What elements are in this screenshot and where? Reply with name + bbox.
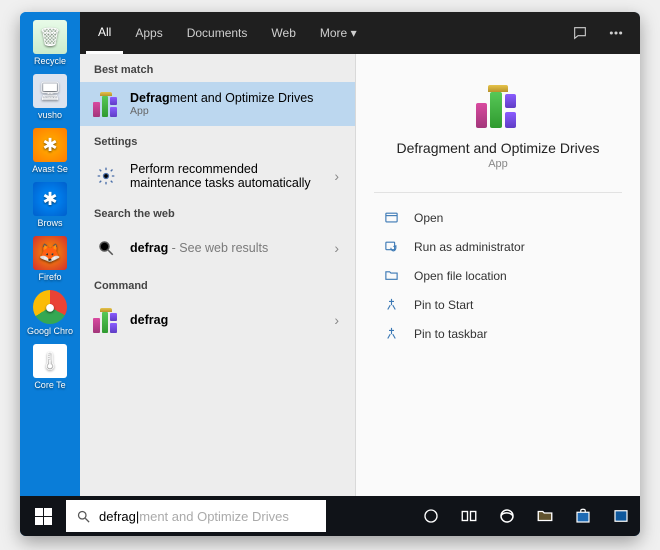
tab-documents[interactable]: Documents	[175, 12, 260, 54]
admin-shield-icon	[380, 239, 402, 254]
divider	[374, 192, 622, 193]
chevron-right-icon: ›	[328, 240, 345, 256]
feedback-icon[interactable]	[562, 12, 598, 54]
chevron-right-icon: ›	[328, 312, 345, 328]
result-setting-maintenance[interactable]: Perform recommended maintenance tasks au…	[80, 154, 355, 198]
start-search-flyout: All Apps Documents Web More ▾ Best match…	[80, 12, 640, 496]
defrag-icon	[474, 82, 522, 130]
taskbar-task-view-button[interactable]	[450, 496, 488, 536]
result-preview-pane: Defragment and Optimize Drives App Open …	[356, 54, 640, 496]
result-best-match-defragment[interactable]: Defragment and Optimize Drives App	[80, 82, 355, 126]
taskbar-app-generic[interactable]	[602, 496, 640, 536]
taskbar-search-box[interactable]: defragment and Optimize Drives	[66, 500, 326, 532]
section-search-web: Search the web	[80, 198, 355, 226]
start-button[interactable]	[20, 496, 66, 536]
pin-icon	[380, 297, 402, 312]
search-icon	[92, 234, 120, 262]
action-pin-to-taskbar[interactable]: Pin to taskbar	[364, 319, 632, 348]
windows-logo-icon	[35, 508, 52, 525]
desktop-icon-chrome[interactable]: Googl Chro	[26, 290, 74, 336]
taskbar-cortana-button[interactable]	[412, 496, 450, 536]
section-settings: Settings	[80, 126, 355, 154]
desktop-icon-app[interactable]: vusho	[26, 74, 74, 120]
gear-icon	[92, 162, 120, 190]
tab-all[interactable]: All	[86, 12, 123, 54]
open-icon	[380, 210, 402, 225]
result-title: Perform recommended maintenance tasks au…	[130, 162, 328, 190]
taskbar-app-store[interactable]	[564, 496, 602, 536]
desktop-icon-coretemp[interactable]: Core Te	[26, 344, 74, 390]
section-best-match: Best match	[80, 54, 355, 82]
desktop-icon-avast-browser[interactable]: Brows	[26, 182, 74, 228]
defrag-icon	[92, 90, 120, 118]
action-open-file-location[interactable]: Open file location	[364, 261, 632, 290]
section-command: Command	[80, 270, 355, 298]
taskbar-app-edge[interactable]	[488, 496, 526, 536]
search-input[interactable]: defragment and Optimize Drives	[99, 509, 316, 524]
tab-web[interactable]: Web	[259, 12, 307, 54]
chevron-down-icon: ▾	[351, 26, 357, 40]
desktop-icon-avast[interactable]: Avast Se	[26, 128, 74, 174]
search-results-list: Best match Defragment and Optimize Drive…	[80, 54, 356, 496]
search-icon	[76, 509, 91, 524]
result-title: defrag - See web results	[130, 241, 328, 255]
action-open[interactable]: Open	[364, 203, 632, 232]
result-title: Defragment and Optimize Drives	[130, 91, 345, 105]
defrag-icon	[92, 306, 120, 334]
taskbar-app-file-explorer[interactable]	[526, 496, 564, 536]
result-command-defrag[interactable]: defrag ›	[80, 298, 355, 342]
result-subtitle: App	[130, 105, 345, 117]
result-title: defrag	[130, 313, 328, 327]
search-filter-tabs: All Apps Documents Web More ▾	[80, 12, 640, 54]
preview-title: Defragment and Optimize Drives	[356, 140, 640, 156]
desktop-icon-firefox[interactable]: Firefo	[26, 236, 74, 282]
action-pin-to-start[interactable]: Pin to Start	[364, 290, 632, 319]
pin-icon	[380, 326, 402, 341]
tab-apps[interactable]: Apps	[123, 12, 174, 54]
more-options-icon[interactable]	[598, 12, 634, 54]
preview-type: App	[356, 158, 640, 170]
result-web-defrag[interactable]: defrag - See web results ›	[80, 226, 355, 270]
desktop-strip: Recycle vusho Avast Se Brows Firefo Goog…	[20, 12, 80, 496]
chevron-right-icon: ›	[328, 168, 345, 184]
preview-actions: Open Run as administrator Open file loca…	[356, 197, 640, 354]
action-run-as-admin[interactable]: Run as administrator	[364, 232, 632, 261]
tab-more[interactable]: More ▾	[308, 12, 369, 54]
folder-icon	[380, 268, 402, 283]
taskbar: defragment and Optimize Drives	[20, 496, 640, 536]
desktop-icon-recycle-bin[interactable]: Recycle	[26, 20, 74, 66]
